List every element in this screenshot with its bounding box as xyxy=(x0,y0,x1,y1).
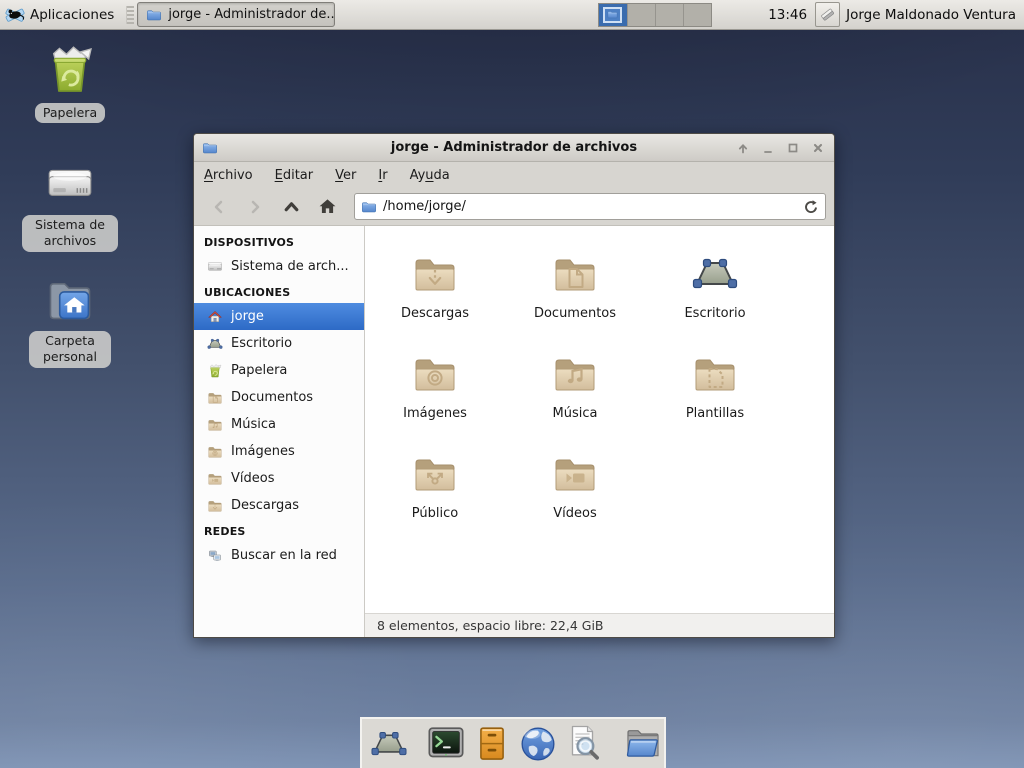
folder-document-icon xyxy=(551,250,599,298)
file-item-publico[interactable]: Público xyxy=(365,444,505,544)
desktop-icon-filesystem[interactable]: Sistema de archivos xyxy=(12,160,128,252)
sidebar-item-documentos[interactable]: Documentos xyxy=(194,384,364,411)
panel-handle[interactable] xyxy=(126,6,134,24)
eraser-icon xyxy=(818,5,837,24)
mini-window xyxy=(603,7,622,23)
status-text: 8 elementos, espacio libre: 22,4 GiB xyxy=(377,618,604,633)
window-app-icon xyxy=(202,140,218,156)
top-panel: Aplicaciones jorge - Administrador de...… xyxy=(0,0,1024,30)
file-item-documentos[interactable]: Documentos xyxy=(505,244,645,344)
file-item-videos[interactable]: Vídeos xyxy=(505,444,645,544)
menu-editar[interactable]: Editar xyxy=(275,168,314,183)
sidebar-header-places: UBICACIONES xyxy=(194,280,364,303)
desktop-icon xyxy=(691,250,739,298)
clock: 13:46 xyxy=(768,7,807,23)
file-item-imagenes[interactable]: Imágenes xyxy=(365,344,505,444)
menu-ir[interactable]: Ir xyxy=(378,168,387,183)
applications-label: Aplicaciones xyxy=(30,7,114,23)
show-desktop-button[interactable] xyxy=(370,724,408,764)
folder-video-icon xyxy=(551,450,599,498)
file-item-descargas[interactable]: Descargas xyxy=(365,244,505,344)
workspace-3[interactable] xyxy=(655,4,683,26)
dock xyxy=(360,717,666,768)
taskbar-window-button[interactable]: jorge - Administrador de... xyxy=(137,2,335,27)
folder-download-icon xyxy=(411,250,459,298)
sidebar-header-devices: DISPOSITIVOS xyxy=(194,230,364,253)
workspace-pager xyxy=(598,3,712,27)
home-folder-icon xyxy=(44,274,96,326)
forward-button[interactable] xyxy=(238,193,272,221)
sidebar-item-musica[interactable]: Música xyxy=(194,411,364,438)
terminal-launcher[interactable] xyxy=(426,724,466,764)
file-cabinet-launcher[interactable] xyxy=(473,724,511,764)
path-folder-icon xyxy=(361,199,377,215)
xfce-logo-icon xyxy=(5,5,25,25)
desktop-wallpaper: Papelera Sistema de archivos Carpeta per… xyxy=(0,0,1024,768)
file-item-plantillas[interactable]: Plantillas xyxy=(645,344,785,444)
desktop-icon-trash[interactable]: Papelera xyxy=(12,42,128,123)
sidebar-item-buscar-red[interactable]: Buscar en la red xyxy=(194,542,364,569)
close-button[interactable] xyxy=(810,140,826,156)
desktop-icon-label: Sistema de archivos xyxy=(22,215,118,252)
home-button[interactable] xyxy=(310,193,344,221)
menu-ayuda[interactable]: Ayuda xyxy=(410,168,450,183)
titlebar[interactable]: jorge - Administrador de archivos xyxy=(194,134,834,162)
sidebar-item-descargas[interactable]: Descargas xyxy=(194,492,364,519)
sidebar-item-jorge[interactable]: jorge xyxy=(194,303,364,330)
folder-template-icon xyxy=(691,350,739,398)
maximize-button[interactable] xyxy=(785,140,801,156)
session-action-button[interactable] xyxy=(815,2,840,27)
desktop-icon-label: Carpeta personal xyxy=(29,331,111,368)
up-button[interactable] xyxy=(274,193,308,221)
sidebar-item-papelera[interactable]: Papelera xyxy=(194,357,364,384)
toolbar: /home/jorge/ xyxy=(194,188,834,225)
back-button[interactable] xyxy=(202,193,236,221)
file-item-musica[interactable]: Música xyxy=(505,344,645,444)
workspace-1[interactable] xyxy=(599,4,627,26)
minimize-button[interactable] xyxy=(760,140,776,156)
sidebar-item-escritorio[interactable]: Escritorio xyxy=(194,330,364,357)
folder-icon xyxy=(146,7,162,23)
file-manager-window: jorge - Administrador de archivos Arc xyxy=(193,133,835,638)
menubar: Archivo Editar Ver Ir Ayuda xyxy=(194,162,834,188)
file-manager-launcher[interactable] xyxy=(623,724,663,764)
path-text: /home/jorge/ xyxy=(383,199,797,214)
workspace-4[interactable] xyxy=(683,4,711,26)
folder-share-icon xyxy=(411,450,459,498)
sidebar-item-imagenes[interactable]: Imágenes xyxy=(194,438,364,465)
menu-archivo[interactable]: Archivo xyxy=(204,168,253,183)
path-bar[interactable]: /home/jorge/ xyxy=(354,193,826,220)
sidebar: DISPOSITIVOS Sistema de arch... UBICACIO… xyxy=(194,226,365,637)
applications-menu-button[interactable]: Aplicaciones xyxy=(0,1,122,29)
trash-full-icon xyxy=(42,42,98,98)
menu-ver[interactable]: Ver xyxy=(335,168,356,183)
sidebar-item-videos[interactable]: Vídeos xyxy=(194,465,364,492)
desktop-icon-label: Papelera xyxy=(35,103,105,123)
folder-music-icon xyxy=(551,350,599,398)
web-browser-launcher[interactable] xyxy=(518,724,558,764)
reload-icon[interactable] xyxy=(803,199,819,215)
workspace-2[interactable] xyxy=(627,4,655,26)
desktop-icon-home[interactable]: Carpeta personal xyxy=(12,274,128,368)
shade-button[interactable] xyxy=(735,140,751,156)
file-item-escritorio[interactable]: Escritorio xyxy=(645,244,785,344)
sidebar-header-network: REDES xyxy=(194,519,364,542)
user-name: Jorge Maldonado Ventura xyxy=(846,7,1016,23)
file-view: Descargas Documentos Escritorio Imágenes xyxy=(365,226,834,637)
harddisk-icon xyxy=(42,160,98,210)
search-files-launcher[interactable] xyxy=(565,724,605,764)
status-bar: 8 elementos, espacio libre: 22,4 GiB xyxy=(365,613,834,637)
taskbar-window-label: jorge - Administrador de... xyxy=(168,7,335,22)
folder-camera-icon xyxy=(411,350,459,398)
sidebar-item-filesystem[interactable]: Sistema de arch... xyxy=(194,253,364,280)
